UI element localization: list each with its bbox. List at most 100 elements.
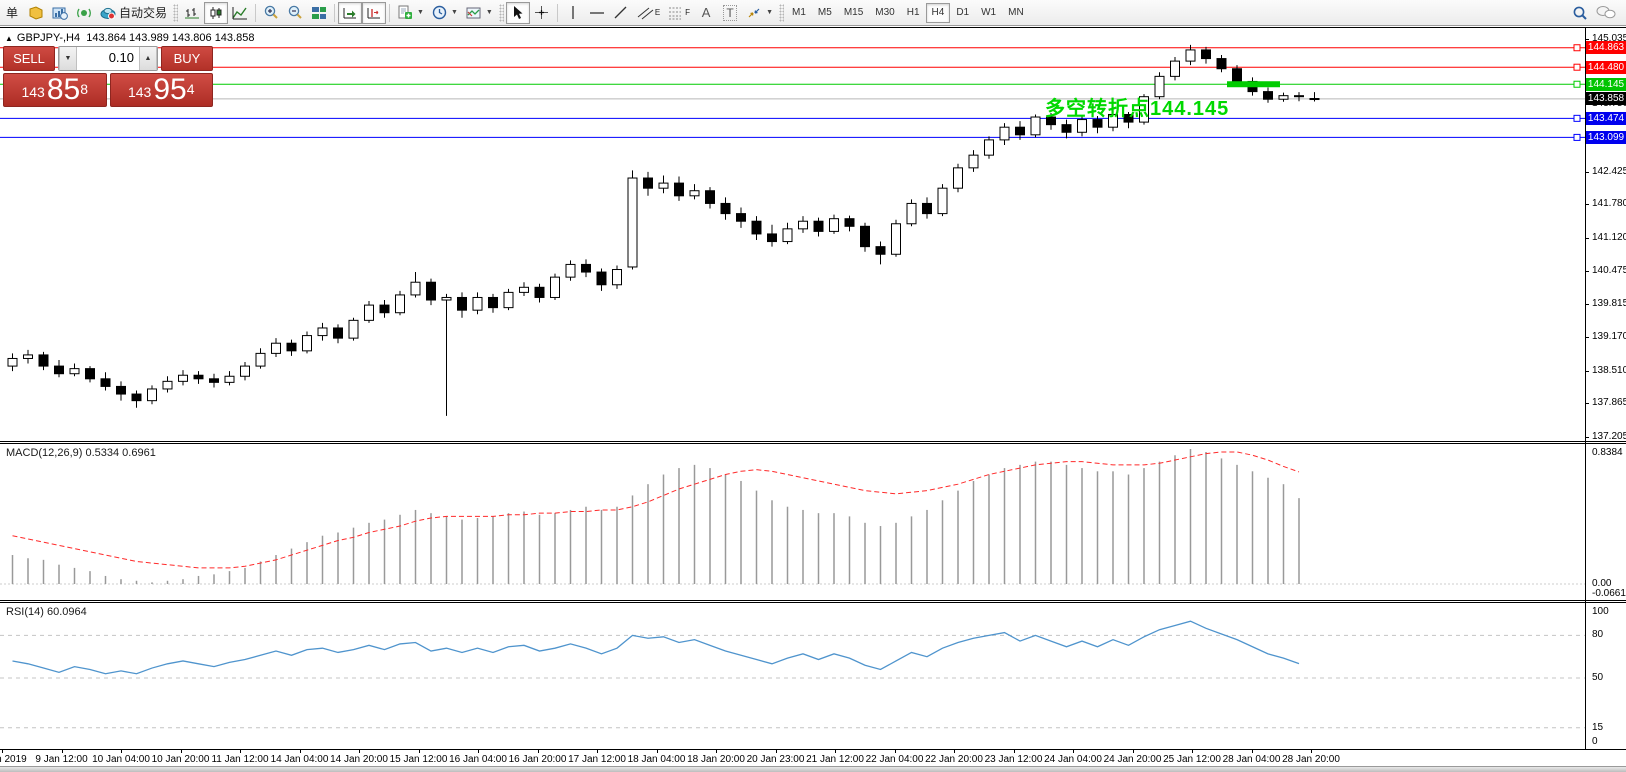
search-icon[interactable] — [1568, 2, 1592, 24]
time-tick — [716, 750, 717, 753]
timeframe-d1[interactable]: D1 — [950, 3, 975, 23]
chevron-down-icon: ▼ — [486, 9, 493, 16]
price-tick-label: 138.510 — [1592, 365, 1626, 376]
time-tick — [538, 750, 539, 753]
time-tick — [62, 750, 63, 753]
templates-button[interactable]: ▼ — [462, 2, 497, 24]
volume-increase-button[interactable]: ▲ — [139, 47, 157, 70]
timeframe-m5[interactable]: M5 — [812, 3, 838, 23]
rsi-scale-15: 15 — [1592, 722, 1603, 733]
horizontal-line-icon[interactable] — [585, 2, 609, 24]
price-tick — [1585, 238, 1589, 239]
toolbar-grip — [173, 4, 178, 22]
sell-button[interactable]: SELL — [3, 46, 55, 71]
tile-windows-icon[interactable] — [307, 2, 331, 24]
price-badge-144.480: 144.480 — [1586, 61, 1626, 74]
macd-scale-max: 0.8384 — [1592, 447, 1623, 458]
toolbar-grip — [499, 4, 504, 22]
price-tick — [1585, 39, 1589, 40]
price-badge-144.145: 144.145 — [1586, 78, 1626, 91]
zoom-out-icon[interactable] — [283, 2, 307, 24]
rsi-scale-80: 80 — [1592, 629, 1603, 640]
new-order-button[interactable]: 单 — [0, 2, 24, 24]
timeframe-m15[interactable]: M15 — [838, 3, 869, 23]
periods-button[interactable]: ▼ — [428, 2, 462, 24]
timeframe-h1[interactable]: H1 — [901, 3, 926, 23]
chart-window: ▲GBPJPY-,H4 143.864 143.989 143.806 143.… — [0, 27, 1626, 766]
buy-button[interactable]: BUY — [161, 46, 213, 71]
price-tick — [1585, 172, 1589, 173]
macd-indicator-chart[interactable] — [0, 444, 1585, 600]
chart-title: ▲GBPJPY-,H4 143.864 143.989 143.806 143.… — [5, 32, 254, 44]
timeframe-h4[interactable]: H4 — [926, 3, 951, 23]
price-tick-label: 139.815 — [1592, 298, 1626, 309]
ask-prefix: 143 — [128, 80, 151, 104]
price-tick — [1585, 204, 1589, 205]
volume-decrease-button[interactable]: ▼ — [59, 47, 77, 70]
chat-icon[interactable] — [1592, 2, 1620, 24]
timeframe-m30[interactable]: M30 — [869, 3, 900, 23]
ohlc-values: 143.864 143.989 143.806 143.858 — [86, 32, 254, 44]
line-chart-icon[interactable] — [228, 2, 252, 24]
new-order-label: 单 — [6, 4, 18, 21]
sell-price-box[interactable]: 143 85 8 — [3, 73, 107, 107]
vertical-line-icon[interactable] — [561, 2, 585, 24]
window-bottom-edge — [0, 766, 1626, 772]
time-tick — [181, 750, 182, 753]
time-axis[interactable]: 8 Jan 20199 Jan 12:0010 Jan 04:0010 Jan … — [0, 750, 1626, 767]
auto-scroll-icon[interactable] — [338, 2, 362, 24]
candlestick-chart-icon[interactable] — [204, 2, 228, 24]
time-tick — [835, 750, 836, 753]
arrows-button[interactable]: ▼ — [742, 2, 777, 24]
price-tick-label: 141.120 — [1592, 232, 1626, 243]
zoom-in-icon[interactable] — [259, 2, 283, 24]
collapse-panel-icon[interactable]: ▲ — [5, 34, 13, 43]
chevron-down-icon: ▼ — [417, 9, 424, 16]
price-tick — [1585, 371, 1589, 372]
timeframe-w1[interactable]: W1 — [975, 3, 1002, 23]
rsi-indicator-chart[interactable] — [0, 603, 1585, 749]
pivot-thick-segment[interactable] — [1227, 81, 1280, 87]
time-tick — [1133, 750, 1134, 753]
trendline-icon[interactable] — [609, 2, 633, 24]
volume-input[interactable]: 0.10 — [77, 47, 139, 70]
price-tick-label: 140.475 — [1592, 265, 1626, 276]
text-icon[interactable]: A — [694, 2, 718, 24]
toolbar: 单 自动交易 — [0, 0, 1626, 26]
timeframe-m1[interactable]: M1 — [786, 3, 812, 23]
ask-sup: 4 — [187, 74, 195, 104]
chart-shift-icon[interactable] — [362, 2, 386, 24]
timeframe-bar: M1M5M15M30H1H4D1W1MN — [786, 3, 1030, 23]
candlestick-chart[interactable] — [0, 28, 1585, 441]
history-center-icon[interactable] — [24, 2, 48, 24]
mt4-window: 单 自动交易 — [0, 0, 1626, 772]
rsi-scale-50: 50 — [1592, 672, 1603, 683]
label-label: T — [723, 5, 736, 21]
time-tick — [954, 750, 955, 753]
time-tick — [300, 750, 301, 753]
charts-icon[interactable] — [48, 2, 72, 24]
text-label-icon[interactable]: T — [718, 2, 742, 24]
bid-big: 85 — [47, 76, 80, 104]
signals-icon[interactable] — [72, 2, 96, 24]
toolbar-separator — [255, 4, 256, 22]
timeframe-mn[interactable]: MN — [1002, 3, 1030, 23]
indicators-button[interactable]: ▼ — [393, 2, 428, 24]
buy-price-box[interactable]: 143 95 4 — [110, 73, 214, 107]
crosshair-icon[interactable] — [530, 2, 554, 24]
time-tick — [657, 750, 658, 753]
pivot-annotation[interactable]: 多空转折点144.145 — [1045, 92, 1229, 121]
equidistant-channel-icon[interactable]: E — [633, 2, 664, 24]
autotrading-button[interactable]: 自动交易 — [96, 2, 171, 24]
cursor-icon[interactable] — [506, 2, 530, 24]
chevron-down-icon: ▼ — [451, 9, 458, 16]
bar-chart-icon[interactable] — [180, 2, 204, 24]
time-tick — [1014, 750, 1015, 753]
price-tick-label: 142.425 — [1592, 166, 1626, 177]
price-axis[interactable]: 145.035144.390143.750142.425141.780141.1… — [1585, 28, 1626, 749]
fibonacci-icon[interactable]: F — [664, 2, 694, 24]
time-tick — [2, 750, 3, 753]
time-tick — [121, 750, 122, 753]
text-label: A — [702, 5, 711, 20]
toolbar-separator — [557, 4, 558, 22]
